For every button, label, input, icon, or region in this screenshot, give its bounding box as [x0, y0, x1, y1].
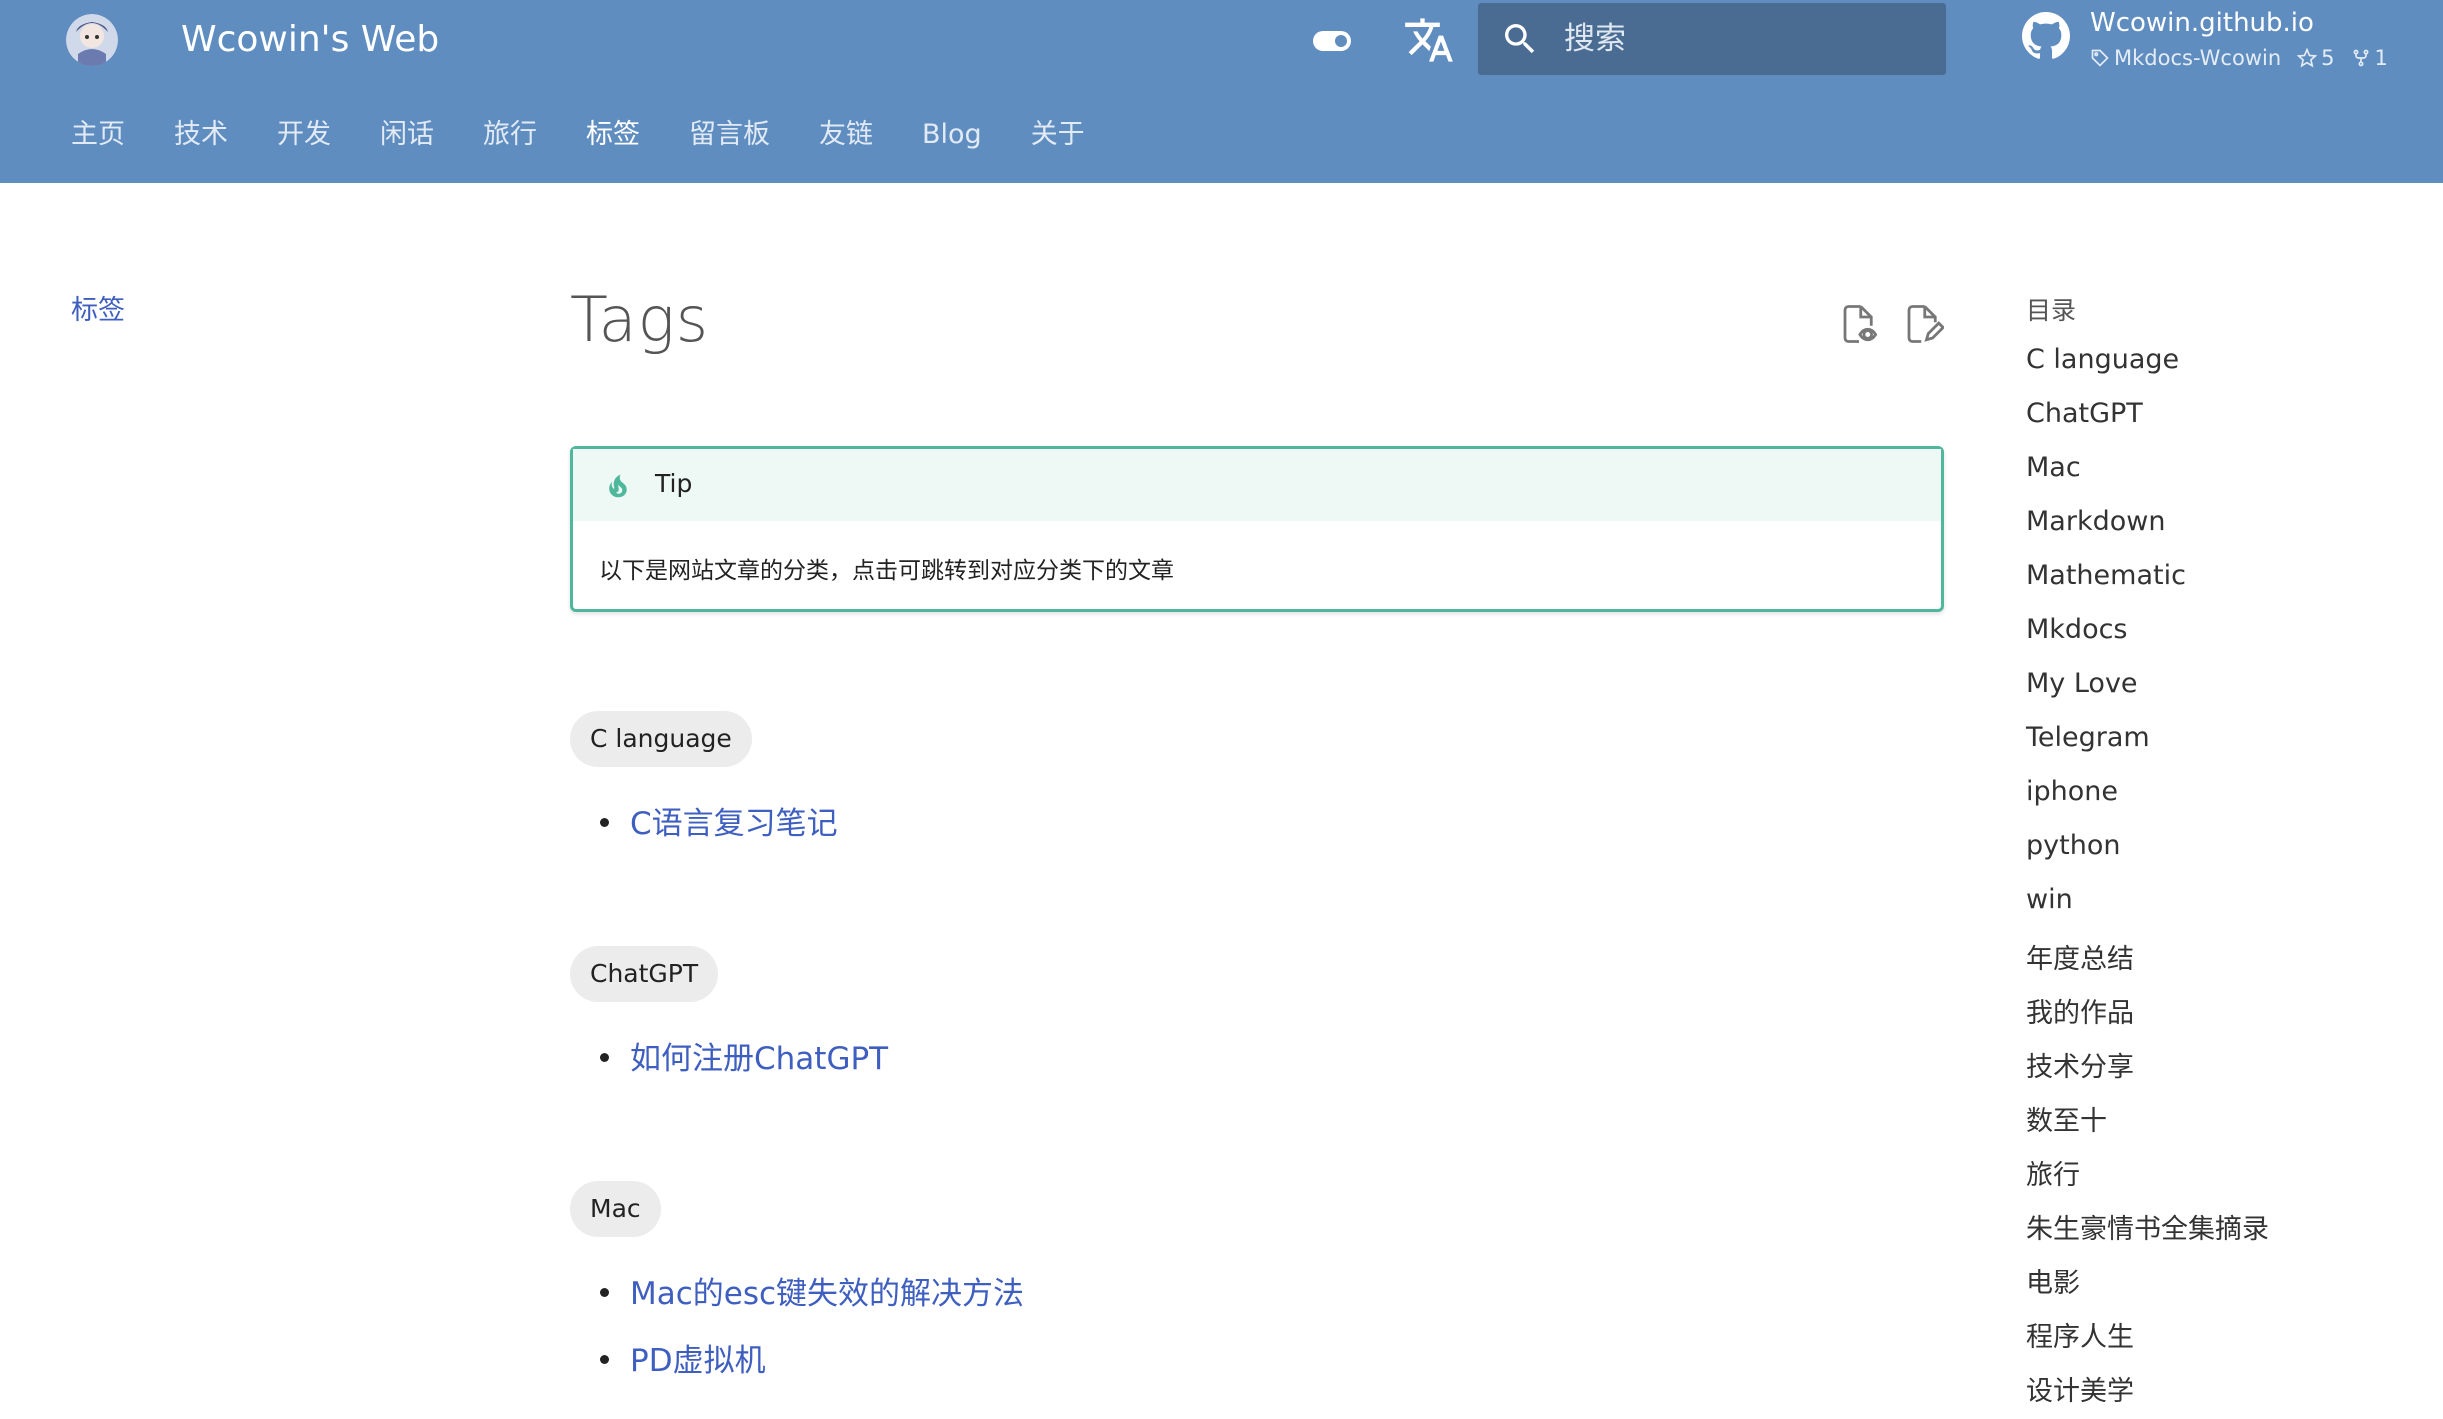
view-source-icon[interactable] — [1838, 300, 1880, 348]
toc-item[interactable]: Telegram — [2026, 722, 2150, 753]
tab-chat[interactable]: 闲话 — [380, 110, 434, 160]
translate-icon[interactable] — [1403, 14, 1455, 66]
nav-tabs: 主页 技术 开发 闲话 旅行 标签 留言板 友链 Blog 关于 — [71, 110, 1134, 160]
toc-item[interactable]: python — [2026, 830, 2120, 861]
list-item: C语言复习笔记 — [600, 804, 838, 844]
fork-icon — [2353, 49, 2369, 67]
toc-item[interactable]: win — [2026, 884, 2073, 915]
repo-tag-label: Mkdocs-Wcowin — [2114, 46, 2282, 70]
site-logo[interactable] — [66, 14, 118, 66]
star-icon — [2297, 48, 2318, 68]
github-icon — [2022, 12, 2074, 64]
search-input[interactable] — [1564, 3, 1924, 75]
toc-item[interactable]: 设计美学 — [2026, 1369, 2134, 1408]
site-title[interactable]: Wcowin's Web — [181, 14, 439, 66]
tab-links[interactable]: 友链 — [819, 110, 873, 160]
tab-guestbook[interactable]: 留言板 — [689, 110, 770, 160]
toc-item[interactable]: 电影 — [2026, 1261, 2080, 1300]
color-scheme-toggle-icon[interactable] — [1310, 22, 1354, 58]
article-link[interactable]: 如何注册ChatGPT — [630, 1041, 888, 1077]
tab-tags[interactable]: 标签 — [586, 110, 640, 160]
search-icon[interactable] — [1500, 19, 1540, 59]
search-box[interactable] — [1478, 3, 1946, 75]
bullet-dot — [600, 1355, 609, 1364]
list-item: 如何注册ChatGPT — [600, 1039, 888, 1079]
edit-icon[interactable] — [1902, 300, 1946, 348]
toc-item[interactable]: 旅行 — [2026, 1153, 2080, 1192]
repo-tag: Mkdocs-Wcowin — [2090, 46, 2281, 70]
header: Wcowin's Web Wcowin.github.io — [0, 0, 2443, 183]
tag-pill-mac[interactable]: Mac — [570, 1181, 661, 1237]
tab-about[interactable]: 关于 — [1031, 110, 1085, 160]
repo-stars: 5 — [2297, 46, 2335, 70]
toc-title: 目录 — [2026, 296, 2077, 325]
tab-travel[interactable]: 旅行 — [483, 110, 537, 160]
tip-body: 以下是网站文章的分类，点击可跳转到对应分类下的文章 — [599, 558, 1174, 584]
tab-blog[interactable]: Blog — [922, 110, 982, 160]
toc-item[interactable]: Markdown — [2026, 506, 2165, 537]
toc-item[interactable]: Mkdocs — [2026, 614, 2128, 645]
sidebar-item-tags[interactable]: 标签 — [71, 288, 125, 327]
toc-item[interactable]: 朱生豪情书全集摘录 — [2026, 1207, 2269, 1246]
page-title: Tags — [570, 283, 710, 356]
toc-item[interactable]: C language — [2026, 344, 2179, 375]
tag-pill-chatgpt[interactable]: ChatGPT — [570, 946, 719, 1002]
toc-item[interactable]: 年度总结 — [2026, 937, 2134, 976]
tab-home[interactable]: 主页 — [71, 110, 125, 160]
toc-item[interactable]: Mathematic — [2026, 560, 2186, 591]
tag-icon — [2091, 49, 2109, 67]
toc-item[interactable]: 技术分享 — [2026, 1045, 2134, 1084]
repo-link[interactable]: Wcowin.github.io Mkdocs-Wcowin 5 1 — [2022, 6, 2422, 76]
repo-facts: Mkdocs-Wcowin 5 1 — [2090, 46, 2404, 70]
toc-item[interactable]: Mac — [2026, 452, 2081, 483]
bullet-dot — [600, 1053, 609, 1062]
tab-dev[interactable]: 开发 — [277, 110, 331, 160]
tip-title: Tip — [655, 469, 693, 498]
tip-admonition: Tip 以下是网站文章的分类，点击可跳转到对应分类下的文章 — [570, 446, 1944, 612]
repo-name: Wcowin.github.io — [2090, 8, 2314, 38]
logo-avatar-icon — [66, 14, 118, 66]
toc-item[interactable]: iphone — [2026, 776, 2118, 807]
toc-item[interactable]: 我的作品 — [2026, 991, 2134, 1030]
article-link[interactable]: PD虚拟机 — [630, 1343, 766, 1379]
tab-tech[interactable]: 技术 — [174, 110, 228, 160]
tag-pill-c-language[interactable]: C language — [570, 711, 752, 767]
toc-item[interactable]: ChatGPT — [2026, 398, 2143, 429]
flame-icon — [603, 469, 633, 503]
list-item: PD虚拟机 — [600, 1341, 766, 1381]
toc-item[interactable]: 数至十 — [2026, 1099, 2107, 1138]
tip-header: Tip — [573, 449, 1941, 521]
toc-item[interactable]: 程序人生 — [2026, 1315, 2134, 1354]
repo-stars-count: 5 — [2321, 46, 2335, 70]
list-item: Mac的esc键失效的解决方法 — [600, 1274, 1024, 1314]
bullet-dot — [600, 1288, 609, 1297]
article-link[interactable]: C语言复习笔记 — [630, 806, 838, 842]
bullet-dot — [600, 818, 609, 827]
toc-item[interactable]: My Love — [2026, 668, 2138, 699]
article-link[interactable]: Mac的esc键失效的解决方法 — [630, 1276, 1024, 1312]
repo-forks: 1 — [2351, 46, 2388, 70]
repo-forks-count: 1 — [2374, 46, 2388, 70]
